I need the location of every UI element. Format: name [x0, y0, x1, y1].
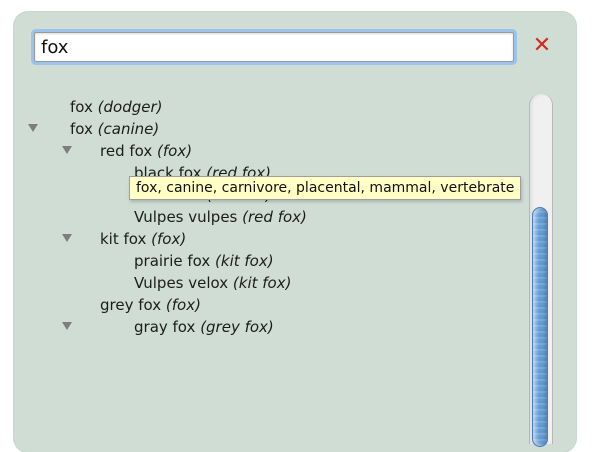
disclosure-triangle-icon[interactable]: [62, 322, 72, 330]
tree-item-word: fox: [70, 98, 93, 116]
tree-item[interactable]: kit fox (fox): [100, 228, 186, 250]
tree-item[interactable]: prairie fox (kit fox): [134, 250, 274, 272]
tree-item-parent: (fox): [151, 230, 187, 248]
tree-item-word: prairie fox: [134, 252, 211, 270]
disclosure-triangle-icon[interactable]: [62, 234, 72, 242]
tree-item[interactable]: red fox (fox): [100, 140, 192, 162]
tree-item-word: Vulpes vulpes: [134, 208, 238, 226]
tree-item-word: Vulpes velox: [134, 274, 229, 292]
tree-item[interactable]: fox (canine): [70, 118, 159, 140]
search-input[interactable]: [35, 33, 513, 61]
close-icon[interactable]: ✕: [530, 34, 554, 58]
hypernym-tooltip: fox, canine, carnivore, placental, mamma…: [129, 176, 522, 200]
tree-item-parent: (kit fox): [232, 274, 292, 292]
disclosure-triangle-icon[interactable]: [28, 124, 38, 132]
tree-item-parent: (fox): [165, 296, 201, 314]
scrollbar-thumb[interactable]: [532, 207, 548, 447]
tree-item-word: grey fox: [100, 296, 162, 314]
tree-item-parent: (fox): [157, 142, 193, 160]
disclosure-triangle-icon[interactable]: [62, 146, 72, 154]
tree-item-parent: (kit fox): [215, 252, 274, 270]
tree-item[interactable]: fox (dodger): [70, 96, 163, 118]
tree-item[interactable]: Vulpes vulpes (red fox): [134, 206, 307, 228]
tree-item-parent: (grey fox): [200, 318, 274, 336]
tree-item-parent: (dodger): [97, 98, 163, 116]
search-field[interactable]: [34, 32, 514, 62]
tree-item-parent: (canine): [97, 120, 160, 138]
tree-item-word: fox: [70, 120, 93, 138]
tree-item-parent: (red fox): [242, 208, 307, 226]
tree-item-word: kit fox: [100, 230, 147, 248]
tree-item[interactable]: gray fox (grey fox): [134, 316, 274, 338]
tree-item-word: gray fox: [134, 318, 196, 336]
tree-item-word: red fox: [100, 142, 153, 160]
tree-item[interactable]: grey fox (fox): [100, 294, 201, 316]
tree-item[interactable]: Vulpes velox (kit fox): [134, 272, 291, 294]
word-browser-panel: ✕ fox (dodger) fox (canine) red fox (fox…: [14, 12, 576, 452]
